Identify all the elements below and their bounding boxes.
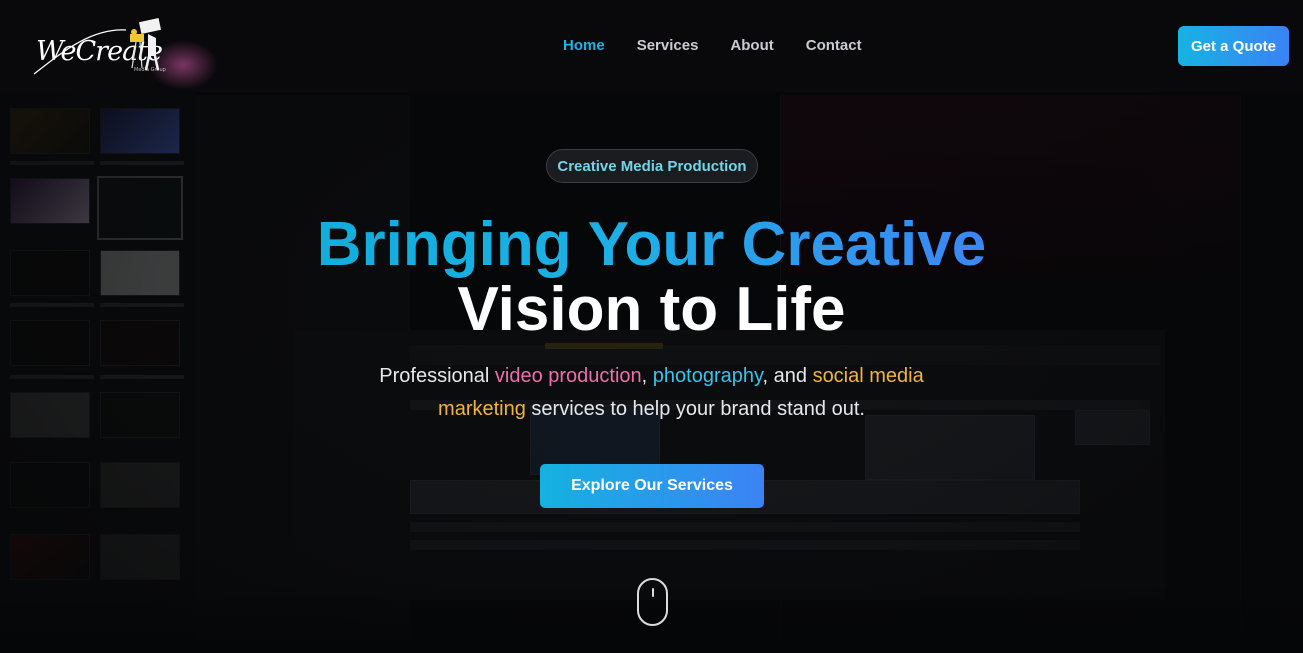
headline-gradient-line: Bringing Your Creative — [316, 210, 987, 279]
explore-services-button[interactable]: Explore Our Services — [540, 464, 764, 508]
highlight-photography: photography — [652, 365, 763, 387]
highlight-video-production: video production — [494, 365, 642, 387]
subtext-part: , — [641, 365, 653, 387]
nav-link-services[interactable]: Services — [637, 37, 699, 55]
nav-link-about[interactable]: About — [730, 37, 773, 55]
get-quote-button[interactable]: Get a Quote — [1178, 26, 1289, 66]
main-nav: Home Services About Contact — [563, 37, 862, 55]
logo-swoosh-icon — [33, 29, 127, 75]
subtext-part: Professional — [379, 365, 495, 387]
hero-badge: Creative Media Production — [546, 149, 758, 183]
hero-subtext: Professional video production, photograp… — [340, 360, 963, 426]
subtext-part: , and — [762, 365, 813, 387]
site-logo[interactable]: WeCreate Media Group — [30, 14, 218, 90]
subtext-part: services to help your brand stand out. — [525, 398, 865, 420]
headline-white-line: Vision to Life — [457, 275, 846, 344]
site-header: WeCreate Media Group Home Services About… — [0, 0, 1303, 92]
scroll-wheel — [652, 588, 654, 597]
nav-link-contact[interactable]: Contact — [806, 37, 862, 55]
nav-link-home[interactable]: Home — [563, 37, 605, 55]
mouse-scroll-icon[interactable] — [637, 578, 668, 626]
hero-headline: Bringing Your Creative Vision to Life — [0, 212, 1303, 342]
